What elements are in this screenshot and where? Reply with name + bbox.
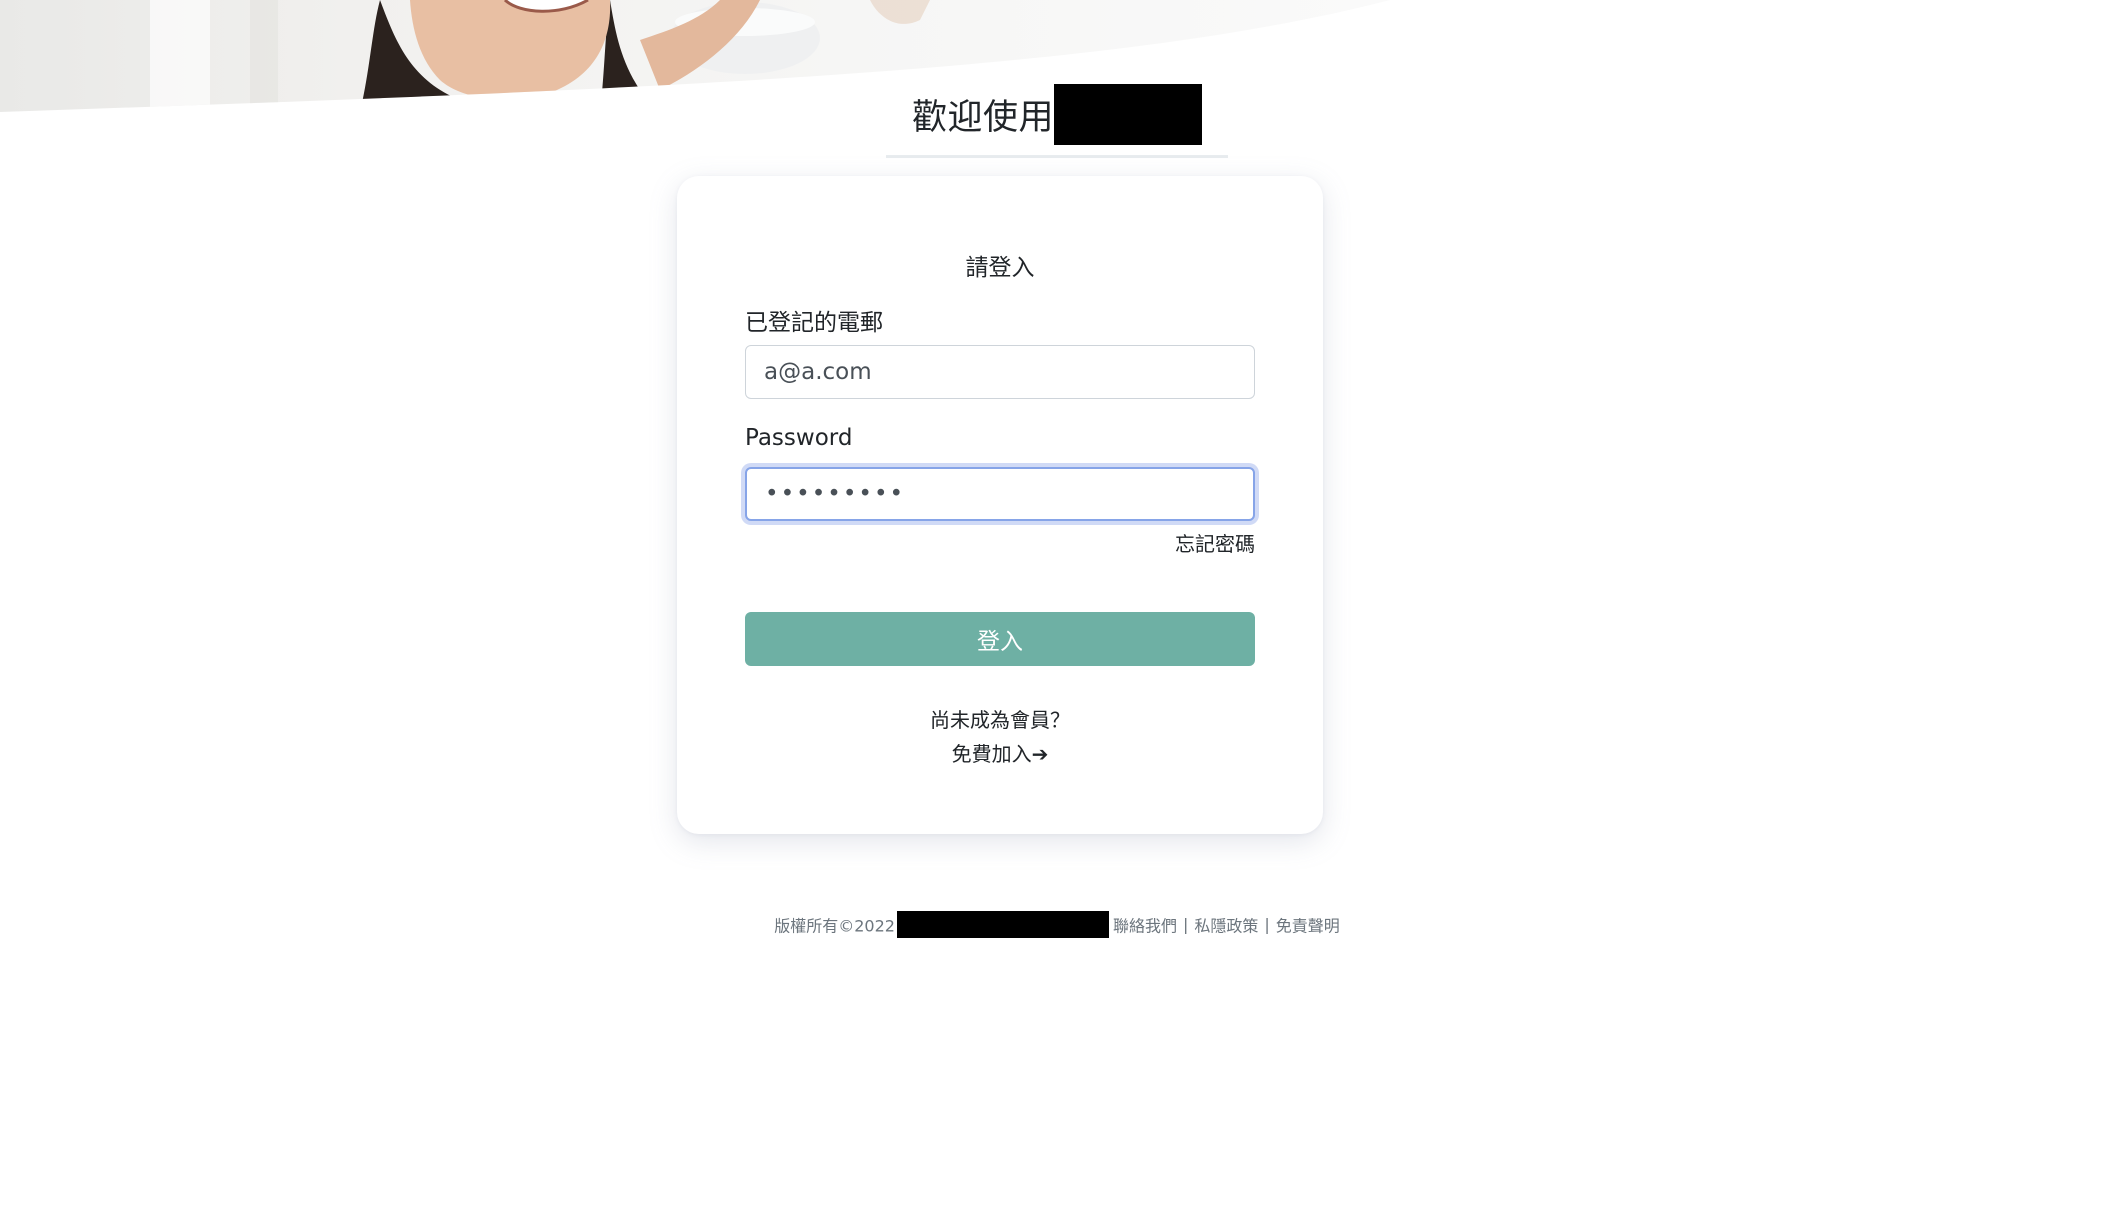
login-heading: 請登入 xyxy=(965,255,1035,281)
forgot-password-link[interactable]: 忘記密碼 xyxy=(1175,528,1255,557)
redacted-company-name xyxy=(896,911,1109,938)
email-input[interactable] xyxy=(745,345,1255,399)
welcome-text: 歡迎使用 xyxy=(911,98,1054,138)
footer: 版權所有©2022 聯絡我們 | 私隱政策 | 免責聲明 xyxy=(0,911,2114,938)
login-button[interactable]: 登入 xyxy=(745,612,1255,666)
copyright-text: 版權所有©2022 xyxy=(774,916,895,936)
password-input[interactable] xyxy=(745,467,1255,521)
welcome-header: 歡迎使用 xyxy=(0,84,2114,158)
email-label: 已登記的電郵 xyxy=(745,310,883,336)
redacted-brand-name xyxy=(1054,84,1202,145)
welcome-title: 歡迎使用 xyxy=(885,84,1228,158)
not-member-text: 尚未成為會員？ xyxy=(930,708,1070,732)
password-label: Password xyxy=(745,425,853,451)
login-card: 請登入 已登記的電郵 Password 忘記密碼 登入 尚未成為會員？ 免費加入… xyxy=(677,176,1323,834)
contact-us-link[interactable]: 聯絡我們 xyxy=(1113,917,1177,936)
privacy-policy-link[interactable]: 私隱政策 xyxy=(1194,917,1258,936)
login-page: 歡迎使用 請登入 已登記的電郵 Password 忘記密碼 登入 尚未成為會員？… xyxy=(0,0,2114,1226)
footer-separator: | xyxy=(1264,915,1270,934)
footer-separator: | xyxy=(1182,915,1189,934)
join-free-link[interactable]: 免費加入➔ xyxy=(677,738,1323,767)
disclaimer-link[interactable]: 免責聲明 xyxy=(1276,917,1340,936)
